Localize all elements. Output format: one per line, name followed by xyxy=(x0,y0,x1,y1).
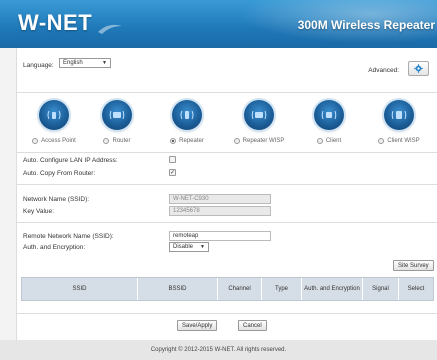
key-field[interactable]: 12345678 xyxy=(169,206,271,216)
divider xyxy=(17,313,437,314)
mode-access-point[interactable]: Access Point xyxy=(24,100,84,144)
mode-radio-repeater-wisp[interactable] xyxy=(233,138,240,144)
language-select[interactable]: English ▼ xyxy=(59,58,111,68)
remote-ssid-label: Remote Network Name (SSID): xyxy=(23,233,114,240)
mode-radio-access-point[interactable] xyxy=(32,138,39,144)
advanced-label: Advanced: xyxy=(368,67,399,74)
auth-select[interactable]: Disable ▼ xyxy=(169,242,209,252)
auth-value: Disable xyxy=(173,244,194,250)
column-header: Select xyxy=(407,285,425,292)
mode-repeater-wisp[interactable]: Repeater WISP xyxy=(229,100,289,144)
mode-router[interactable]: Router xyxy=(87,100,147,144)
auto-configure-checkbox[interactable] xyxy=(169,156,176,163)
divider xyxy=(17,92,437,93)
auto-configure-label: Auto. Configure LAN IP Address: xyxy=(23,157,118,164)
divider xyxy=(17,184,437,185)
settings-panel: Language: English ▼ Advanced: Access Poi… xyxy=(16,48,437,340)
logo-swoosh-icon xyxy=(98,24,122,34)
remote-ssid-field[interactable]: remoteap xyxy=(169,231,271,241)
column-header: Type xyxy=(262,278,302,300)
client-icon xyxy=(314,100,344,130)
divider xyxy=(17,222,437,223)
mode-client[interactable]: Client xyxy=(299,100,359,144)
header-banner: W-NET 300M Wireless Repeater xyxy=(0,0,437,48)
advanced-button[interactable] xyxy=(408,61,429,76)
repeater-icon xyxy=(172,100,202,130)
mode-label: Client WISP xyxy=(387,138,420,144)
mode-radio-repeater[interactable] xyxy=(170,138,177,144)
client-wisp-icon xyxy=(384,100,414,130)
auto-copy-label: Auto. Copy From Router: xyxy=(23,170,96,177)
ssid-field[interactable]: W-NET-C930 xyxy=(169,194,271,204)
site-survey-button[interactable]: Site Survey xyxy=(393,260,434,271)
column-header: BSSID xyxy=(138,278,218,300)
copyright-text: Copyright © 2012-2015 W-NET. All rights … xyxy=(150,347,287,353)
gear-icon xyxy=(414,64,423,73)
mode-label: Repeater xyxy=(179,138,204,144)
router-icon xyxy=(102,100,132,130)
mode-radio-router[interactable] xyxy=(103,138,110,144)
site-survey-table-header: SSID BSSID Channel Type Auth. and Encryp… xyxy=(21,277,434,301)
cancel-button[interactable]: Cancel xyxy=(238,320,267,331)
mode-label: Repeater WISP xyxy=(242,138,285,144)
mode-label: Access Point xyxy=(41,138,76,144)
language-label: Language: xyxy=(23,62,54,69)
chevron-down-icon: ▼ xyxy=(200,244,205,250)
column-header: Auth. and Encryption xyxy=(302,278,363,300)
auto-copy-checkbox[interactable]: ✓ xyxy=(169,169,176,176)
product-title: 300M Wireless Repeater xyxy=(297,18,435,32)
repeater-wisp-icon xyxy=(244,100,274,130)
mode-label: Client xyxy=(325,138,342,144)
mode-repeater[interactable]: Repeater xyxy=(157,100,217,144)
mode-label: Router xyxy=(112,138,131,144)
access-point-icon xyxy=(39,100,69,130)
auth-label: Auth. and Encryption: xyxy=(23,244,86,251)
ssid-label: Network Name (SSID): xyxy=(23,196,90,203)
mode-client-wisp[interactable]: Client WISP xyxy=(369,100,429,144)
brand-logo: W-NET xyxy=(18,10,93,35)
mode-radio-client[interactable] xyxy=(316,138,323,144)
column-header: Signal xyxy=(363,278,399,300)
divider xyxy=(17,152,437,153)
chevron-down-icon: ▼ xyxy=(102,60,107,66)
column-header: Channel xyxy=(218,278,262,300)
language-value: English xyxy=(63,60,83,66)
column-header: SSID xyxy=(22,278,138,300)
key-label: Key Value: xyxy=(23,208,54,215)
save-apply-button[interactable]: Save/Apply xyxy=(177,320,218,331)
footer: Copyright © 2012-2015 W-NET. All rights … xyxy=(0,340,437,360)
mode-radio-client-wisp[interactable] xyxy=(378,138,385,144)
